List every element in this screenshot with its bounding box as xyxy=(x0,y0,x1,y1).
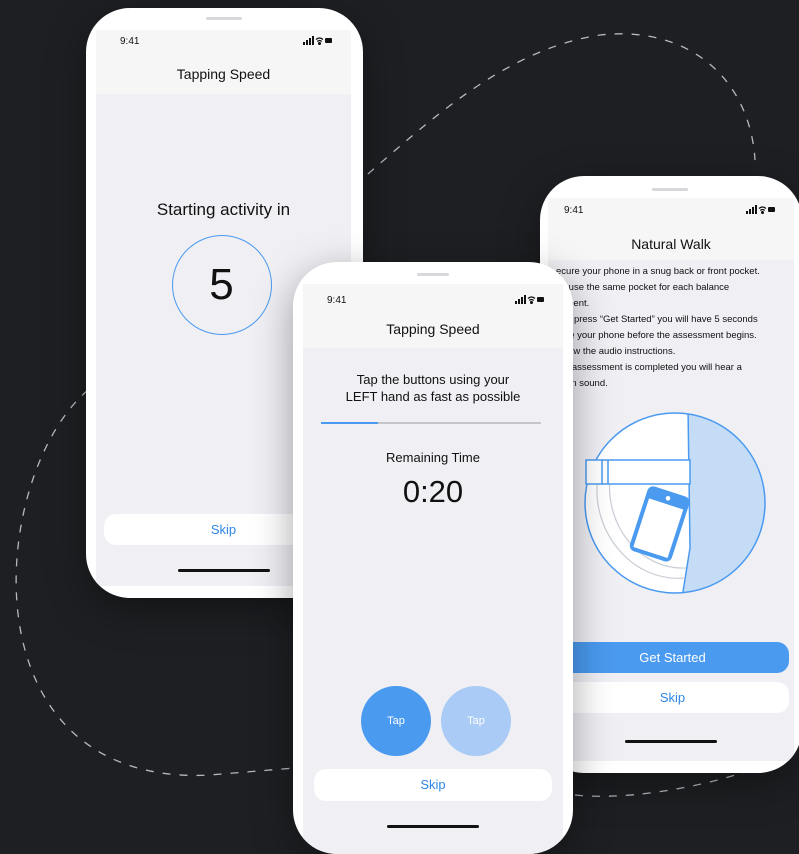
status-time: 9:41 xyxy=(120,36,140,47)
remaining-time-label: Remaining Time xyxy=(386,450,480,465)
countdown-ring: 5 xyxy=(172,235,272,335)
instruction-line: follow the audio instructions. xyxy=(556,346,676,357)
signal-icon xyxy=(746,205,757,214)
status-icons xyxy=(515,295,545,307)
status-time: 9:41 xyxy=(327,295,347,306)
instruction-line: the assessment is completed you will hea… xyxy=(556,362,742,373)
remaining-time-value: 0:20 xyxy=(402,474,464,509)
page-title: Tapping Speed xyxy=(176,66,271,82)
skip-button[interactable]: Skip xyxy=(556,682,789,713)
home-indicator xyxy=(625,740,717,743)
countdown-value: 5 xyxy=(209,260,234,309)
phone-tapping-screen: 9:41 Tapping Speed Tap the buttons using… xyxy=(293,262,573,854)
home-indicator xyxy=(387,825,479,828)
progress-fill xyxy=(321,422,379,424)
tap-right-button[interactable]: Tap xyxy=(441,686,511,756)
tapping-screen: 9:41 Tapping Speed Tap the buttons using… xyxy=(303,284,563,854)
wifi-icon xyxy=(758,206,767,215)
screen-header: 9:41 xyxy=(548,198,794,260)
status-bar: 9:41 xyxy=(303,295,563,315)
phone-in-pocket-illustration xyxy=(584,412,766,594)
natural-walk-screen: 9:41 Natural Walk ecure your phone in a … xyxy=(548,198,794,761)
status-bar: 9:41 xyxy=(548,205,794,225)
page-title: Natural Walk xyxy=(631,236,711,252)
signal-icon xyxy=(515,295,526,304)
wifi-icon xyxy=(527,296,536,305)
home-indicator xyxy=(178,569,270,572)
instruction-line-2: LEFT hand as fast as possible xyxy=(345,389,521,404)
instruction-line: se use the same pocket for each balance xyxy=(556,282,730,293)
status-icons xyxy=(746,205,776,217)
tap-left-button[interactable]: Tap xyxy=(361,686,431,756)
status-icons xyxy=(303,36,333,48)
screen-header: 9:41 xyxy=(96,30,351,94)
speaker-notch xyxy=(206,17,242,20)
battery-icon xyxy=(537,297,544,302)
speaker-notch xyxy=(417,273,449,276)
instruction-line: ecure your phone in a snug back or front… xyxy=(556,266,760,277)
phone-natural-walk-screen: 9:41 Natural Walk ecure your phone in a … xyxy=(540,176,799,773)
instruction-line: ation sound. xyxy=(556,378,608,389)
instruction-line: you press “Get Started” you will have 5 … xyxy=(556,314,758,325)
status-time: 9:41 xyxy=(564,205,584,216)
battery-icon xyxy=(768,207,775,212)
status-bar: 9:41 xyxy=(96,36,351,56)
instruction-line: cure your phone before the assessment be… xyxy=(556,330,757,341)
instruction-line: ssment. xyxy=(556,296,786,312)
battery-icon xyxy=(325,38,332,43)
speaker-notch xyxy=(652,188,688,191)
progress-bar xyxy=(321,422,541,424)
page-title: Tapping Speed xyxy=(386,321,480,337)
instruction-line-1: Tap the buttons using your xyxy=(356,372,510,387)
skip-button[interactable]: Skip xyxy=(314,769,552,801)
signal-icon xyxy=(303,36,314,45)
wifi-icon xyxy=(315,37,324,46)
get-started-button[interactable]: Get Started xyxy=(556,642,789,673)
starting-text: Starting activity in xyxy=(156,200,291,219)
screen-header: 9:41 xyxy=(303,284,563,348)
